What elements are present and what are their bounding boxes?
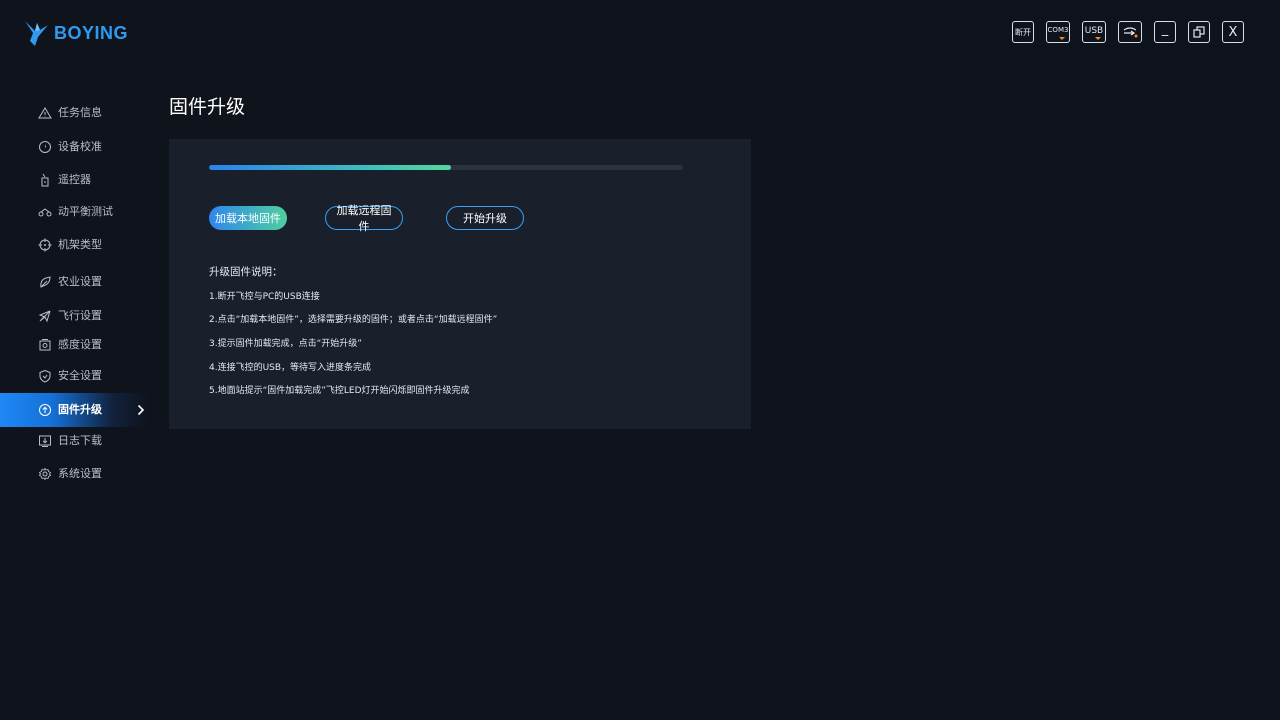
sidebar-item-logs[interactable]: 日志下载	[0, 424, 150, 458]
sidebar-item-system[interactable]: 系统设置	[0, 457, 150, 491]
usb-select[interactable]: USB	[1082, 21, 1106, 43]
instructions-title: 升级固件说明：	[209, 266, 283, 278]
sidebar-item-label: 日志下载	[58, 434, 102, 447]
usb-label: USB	[1084, 26, 1104, 36]
sidebar-item-safety[interactable]: 安全设置	[0, 359, 150, 393]
sidebar-item-frame[interactable]: 机架类型	[0, 228, 150, 262]
gear-icon	[38, 467, 52, 481]
download-box-icon	[39, 435, 51, 447]
page-title: 固件升级	[169, 96, 246, 118]
remote-controller-icon	[41, 173, 49, 187]
sidebar-item-label: 安全设置	[58, 369, 102, 382]
instruction-step: 2.点击“加载本地固件”，选择需要升级的固件；或者点击“加载远程固件”	[209, 315, 498, 325]
sidebar-item-calibration[interactable]: 设备校准	[0, 130, 150, 164]
sidebar-item-label: 设备校准	[58, 140, 102, 153]
firmware-panel: 加载本地固件 加载远程固件 开始升级 升级固件说明： 1.断开飞控与PC的USB…	[169, 139, 751, 429]
app-logo: BOYING	[24, 19, 128, 47]
instruction-step: 3.提示固件加载完成，点击“开始升级”	[209, 339, 362, 349]
close-button[interactable]: X	[1222, 21, 1244, 43]
sidebar-item-remote[interactable]: 遥控器	[0, 163, 150, 197]
bird-logo-icon	[25, 21, 48, 46]
sidebar-item-label: 感度设置	[58, 338, 102, 351]
instruction-step: 1.断开飞控与PC的USB连接	[209, 292, 320, 302]
sidebar-item-agri[interactable]: 农业设置	[0, 265, 150, 299]
sidebar-item-mission[interactable]: 任务信息	[0, 96, 150, 130]
chevron-right-icon	[137, 404, 145, 416]
sidebar-item-label: 动平衡测试	[58, 205, 113, 218]
sidebar-item-label: 飞行设置	[58, 309, 102, 322]
instruction-step: 4.连接飞控的USB，等待写入进度条完成	[209, 363, 372, 373]
shield-icon	[39, 369, 51, 383]
minimize-icon: _	[1161, 21, 1169, 37]
link-icon-button[interactable]	[1118, 21, 1142, 43]
motor-balance-icon	[38, 208, 52, 217]
upload-circle-icon	[39, 404, 51, 416]
com-port-select[interactable]: COM3	[1046, 21, 1070, 43]
sidebar-item-label: 任务信息	[58, 106, 102, 119]
restore-button[interactable]	[1188, 21, 1210, 43]
upgrade-progress-fill	[209, 165, 451, 170]
disconnect-label: 断开	[1015, 27, 1031, 37]
upgrade-progress-bar	[209, 165, 683, 170]
leaf-icon	[40, 276, 51, 288]
dropdown-arrow-icon	[1059, 37, 1065, 40]
sidebar-item-sensitivity[interactable]: 感度设置	[0, 328, 150, 362]
sidebar-item-firmware[interactable]: 固件升级	[0, 393, 150, 427]
signal-link-icon	[1123, 27, 1138, 38]
sidebar-item-label: 遥控器	[58, 173, 91, 186]
load-remote-firmware-button[interactable]: 加载远程固件	[325, 204, 403, 233]
instruction-step: 5.地面站提示“固件加载完成”飞控LED灯开始闪烁即固件升级完成	[209, 386, 470, 396]
disconnect-button[interactable]: 断开	[1012, 21, 1034, 43]
close-icon: X	[1228, 24, 1238, 40]
sidebar-item-label: 农业设置	[58, 275, 102, 288]
start-upgrade-button[interactable]: 开始升级	[446, 206, 524, 230]
sidebar-item-label: 机架类型	[58, 238, 102, 251]
crosshair-icon	[38, 238, 52, 252]
dropdown-arrow-icon	[1095, 37, 1101, 40]
sensor-icon	[39, 339, 51, 351]
warning-triangle-icon	[38, 107, 52, 119]
com-port-label: COM3	[1047, 26, 1069, 34]
load-local-firmware-button[interactable]: 加载本地固件	[209, 206, 287, 230]
compass-icon	[39, 141, 51, 153]
sidebar-item-label: 系统设置	[58, 467, 102, 480]
restore-window-icon	[1193, 26, 1205, 38]
sidebar-item-label: 固件升级	[58, 403, 102, 416]
window-controls: 断开 COM3 USB _ X	[1012, 21, 1244, 43]
brand-name: BOYING	[54, 22, 129, 43]
sidebar-item-balance[interactable]: 动平衡测试	[0, 195, 150, 229]
plane-icon	[38, 310, 51, 323]
minimize-button[interactable]: _	[1154, 21, 1176, 43]
